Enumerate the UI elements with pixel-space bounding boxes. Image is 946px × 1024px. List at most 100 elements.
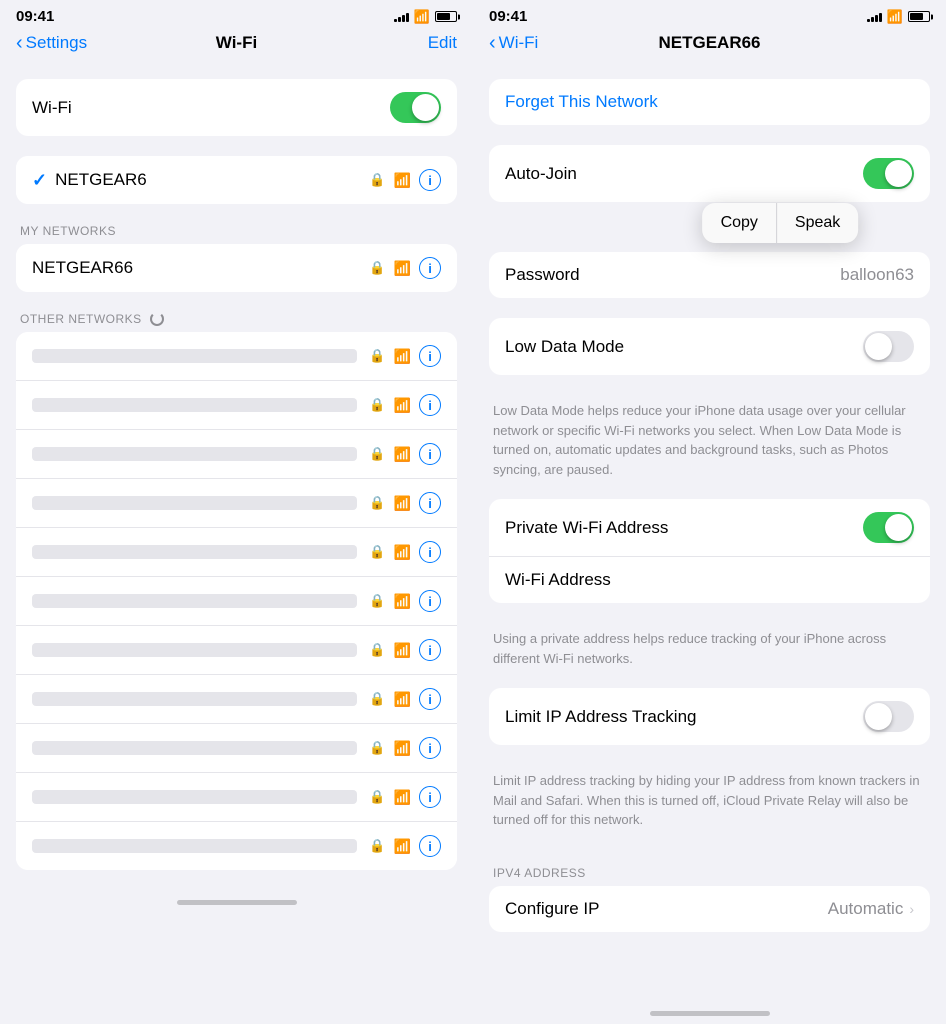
lock-icon: 🔒 [369,172,385,188]
info-9-button[interactable]: i [419,737,441,759]
other-network-row-1: 🔒 📶 i [16,332,457,380]
other-networks-section: OTHER NETWORKS 🔒 📶 i 🔒 📶 [0,312,473,870]
wifi-toggle-switch[interactable] [390,92,441,123]
connected-network-row: ✓ NETGEAR6 🔒 📶 i [16,156,457,204]
right-signal-icon [867,11,882,22]
network-name-placeholder-5 [32,545,357,559]
limit-tracking-section: Limit IP Address Tracking Limit IP addre… [473,688,946,830]
info-4-button[interactable]: i [419,492,441,514]
my-network-wifi-icon: 📶 [394,260,411,277]
other-networks-card: 🔒 📶 i 🔒 📶 i 🔒 [16,332,457,870]
password-card: Password balloon63 [489,252,930,298]
lock-5-icon: 🔒 [369,544,385,560]
password-section: Password balloon63 [473,252,946,298]
right-panel: Forget This Network Auto-Join Copy Speak [473,63,946,1005]
info-8-button[interactable]: i [419,688,441,710]
private-wifi-row: Private Wi-Fi Address [489,499,930,556]
wifi-10-icon: 📶 [394,789,411,806]
other-network-row-2: 🔒 📶 i [16,380,457,429]
info-11-button[interactable]: i [419,835,441,857]
network-name-placeholder-4 [32,496,357,510]
main-panels: Wi-Fi ✓ NETGEAR6 🔒 📶 i [0,63,946,1005]
info-7-button[interactable]: i [419,639,441,661]
wifi-5-icon: 📶 [394,544,411,561]
network-name-placeholder-10 [32,790,357,804]
wifi-7-icon: 📶 [394,642,411,659]
configure-ip-label: Configure IP [505,899,600,919]
wifi-3-icon: 📶 [394,446,411,463]
network-name-placeholder-3 [32,447,357,461]
network-name-placeholder-9 [32,741,357,755]
other-network-icons-5: 🔒 📶 i [369,541,441,563]
my-networks-section: MY NETWORKS NETGEAR66 🔒 📶 i [0,224,473,292]
password-row: Password balloon63 [489,252,930,298]
other-network-icons-6: 🔒 📶 i [369,590,441,612]
left-home-area [0,1005,473,1024]
info-3-button[interactable]: i [419,443,441,465]
configure-ip-value-area: Automatic › [828,899,914,919]
network-name-placeholder-7 [32,643,357,657]
wifi-signal-icon: 📶 [394,172,411,189]
info-2-button[interactable]: i [419,394,441,416]
other-network-row-3: 🔒 📶 i [16,429,457,478]
wifi-toggle-row: Wi-Fi [16,79,457,136]
connected-network-name[interactable]: NETGEAR6 [47,170,369,190]
nav-bar: ‹ Settings Wi-Fi Edit ‹ Wi-Fi NETGEAR66 [0,29,946,63]
limit-tracking-row: Limit IP Address Tracking [489,688,930,745]
wifi-toggle-label: Wi-Fi [32,98,72,118]
my-networks-header: MY NETWORKS [0,224,473,244]
limit-tracking-toggle[interactable] [863,701,914,732]
settings-back-button[interactable]: ‹ Settings [16,33,87,53]
auto-join-row: Auto-Join [489,145,930,202]
low-data-toggle[interactable] [863,331,914,362]
lock-2-icon: 🔒 [369,397,385,413]
private-wifi-label: Private Wi-Fi Address [505,518,668,538]
private-wifi-section: Private Wi-Fi Address Wi-Fi Address Usin… [473,499,946,668]
forget-network-button[interactable]: Forget This Network [489,79,930,125]
wifi-9-icon: 📶 [394,740,411,757]
wifi-4-icon: 📶 [394,495,411,512]
low-data-description: Low Data Mode helps reduce your iPhone d… [473,395,946,479]
info-1-button[interactable]: i [419,345,441,367]
left-nav: ‹ Settings Wi-Fi Edit [0,29,473,63]
other-network-row-9: 🔒 📶 i [16,723,457,772]
low-data-row: Low Data Mode [489,318,930,375]
left-status-bar: 09:41 📶 [0,0,473,29]
left-home-indicator-area [0,890,473,909]
auto-join-toggle[interactable] [863,158,914,189]
lock-9-icon: 🔒 [369,740,385,756]
wifi-back-label: Wi-Fi [499,33,539,53]
info-5-button[interactable]: i [419,541,441,563]
lock-10-icon: 🔒 [369,789,385,805]
info-10-button[interactable]: i [419,786,441,808]
wifi-address-description: Using a private address helps reduce tra… [473,623,946,668]
copy-menu-item[interactable]: Copy [703,203,776,243]
limit-tracking-card: Limit IP Address Tracking [489,688,930,745]
wifi-address-row: Wi-Fi Address [489,556,930,603]
other-network-row-8: 🔒 📶 i [16,674,457,723]
other-network-icons-1: 🔒 📶 i [369,345,441,367]
my-network-info-button[interactable]: i [419,257,441,279]
private-wifi-toggle[interactable] [863,512,914,543]
wifi-back-button[interactable]: ‹ Wi-Fi [489,33,538,53]
auto-join-section: Auto-Join Copy Speak [473,145,946,202]
configure-ip-row[interactable]: Configure IP Automatic › [489,886,930,932]
right-battery-icon [908,11,930,22]
my-network-icons: 🔒 📶 i [369,257,441,279]
lock-1-icon: 🔒 [369,348,385,364]
left-battery-icon [435,11,457,22]
info-6-button[interactable]: i [419,590,441,612]
other-network-row-10: 🔒 📶 i [16,772,457,821]
wifi-1-icon: 📶 [394,348,411,365]
speak-menu-item[interactable]: Speak [776,203,858,243]
lock-4-icon: 🔒 [369,495,385,511]
other-network-row-11: 🔒 📶 i [16,821,457,870]
my-networks-card: NETGEAR66 🔒 📶 i [16,244,457,292]
my-network-name[interactable]: NETGEAR66 [32,258,369,278]
limit-tracking-label: Limit IP Address Tracking [505,707,697,727]
lock-8-icon: 🔒 [369,691,385,707]
wifi-6-icon: 📶 [394,593,411,610]
edit-button[interactable]: Edit [428,33,457,53]
info-button[interactable]: i [419,169,441,191]
wifi-page-title: Wi-Fi [216,33,257,53]
